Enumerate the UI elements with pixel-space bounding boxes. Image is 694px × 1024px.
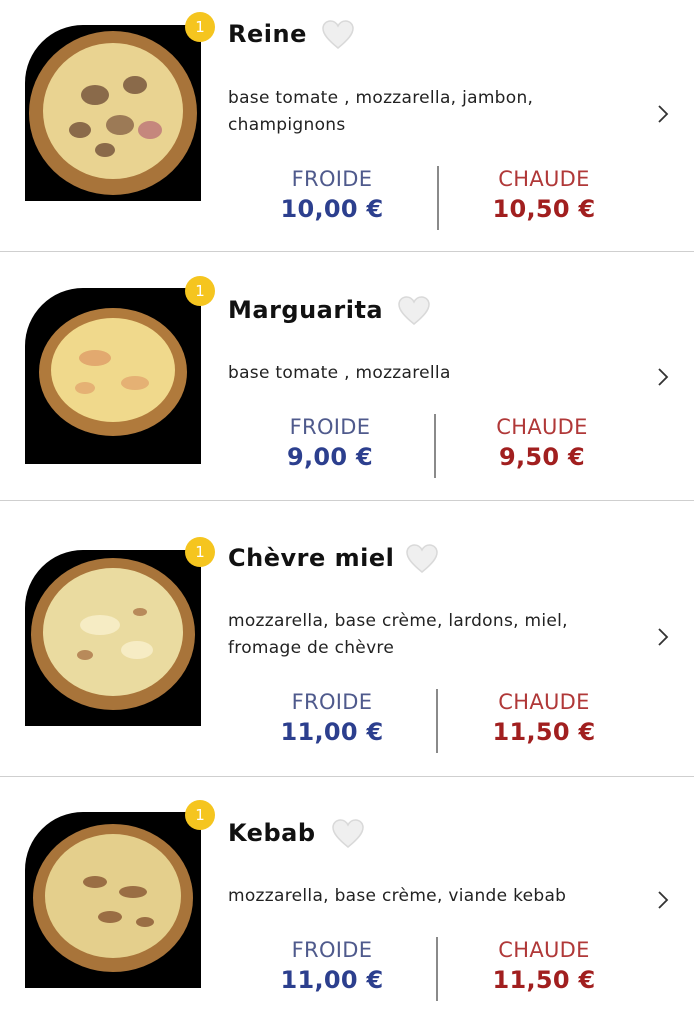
cold-price-value: 9,00 € [286,443,374,471]
pizza-name: Marguarita [228,296,384,324]
pizza-description: base tomate , mozzarella, jambon, champi… [228,88,534,135]
pizza-name: Chèvre miel [228,544,395,572]
hot-label: CHAUDE [498,167,590,191]
hot-price[interactable]: CHAUDE 11,50 € [444,690,644,746]
pizza-name: Kebab [228,819,316,847]
chevron-right-icon[interactable] [656,890,670,910]
pizza-item-marguarita[interactable]: 1 Marguarita base tomate , mozzarella FR… [0,252,694,501]
heart-icon[interactable] [398,296,430,326]
cold-price-value: 10,00 € [280,195,384,223]
pizza-image [25,550,201,726]
count-badge: 1 [185,276,215,306]
hot-label: CHAUDE [498,690,590,714]
price-divider [434,414,436,478]
cold-label: FROIDE [291,167,373,191]
cold-price[interactable]: FROIDE 11,00 € [232,690,432,746]
hot-price[interactable]: CHAUDE 11,50 € [444,938,644,994]
cold-label: FROIDE [289,415,371,439]
pizza-description: base tomate , mozzarella [228,363,451,383]
cold-price[interactable]: FROIDE 10,00 € [232,167,432,223]
pizza-name: Reine [228,20,307,48]
hot-price-value: 11,50 € [492,966,596,994]
chevron-right-icon[interactable] [656,627,670,647]
cold-price-value: 11,00 € [280,718,384,746]
hot-price-value: 11,50 € [492,718,596,746]
hot-label: CHAUDE [498,938,590,962]
cold-label: FROIDE [291,690,373,714]
count-badge: 1 [185,537,215,567]
cold-price-value: 11,00 € [280,966,384,994]
hot-price-value: 9,50 € [498,443,586,471]
price-divider [437,166,439,230]
pizza-image [25,25,201,201]
cold-price[interactable]: FROIDE 9,00 € [230,415,430,471]
price-divider [436,937,438,1001]
heart-icon[interactable] [332,819,364,849]
pizza-item-chevre-miel[interactable]: 1 Chèvre miel mozzarella, base crème, la… [0,501,694,777]
cold-price[interactable]: FROIDE 11,00 € [232,938,432,994]
pizza-description: mozzarella, base crème, lardons, miel, f… [228,611,568,658]
hot-price[interactable]: CHAUDE 9,50 € [442,415,642,471]
pizza-item-reine[interactable]: 1 Reine base tomate , mozzarella, jambon… [0,0,694,252]
pizza-description: mozzarella, base crème, viande kebab [228,886,567,906]
price-divider [436,689,438,753]
heart-icon[interactable] [406,544,438,574]
hot-label: CHAUDE [496,415,588,439]
heart-icon[interactable] [322,20,354,50]
count-badge: 1 [185,800,215,830]
pizza-image [25,288,201,464]
hot-price[interactable]: CHAUDE 10,50 € [444,167,644,223]
count-badge: 1 [185,12,215,42]
pizza-item-kebab[interactable]: 1 Kebab mozzarella, base crème, viande k… [0,777,694,1024]
cold-label: FROIDE [291,938,373,962]
hot-price-value: 10,50 € [492,195,596,223]
chevron-right-icon[interactable] [656,367,670,387]
chevron-right-icon[interactable] [656,104,670,124]
pizza-image [25,812,201,988]
